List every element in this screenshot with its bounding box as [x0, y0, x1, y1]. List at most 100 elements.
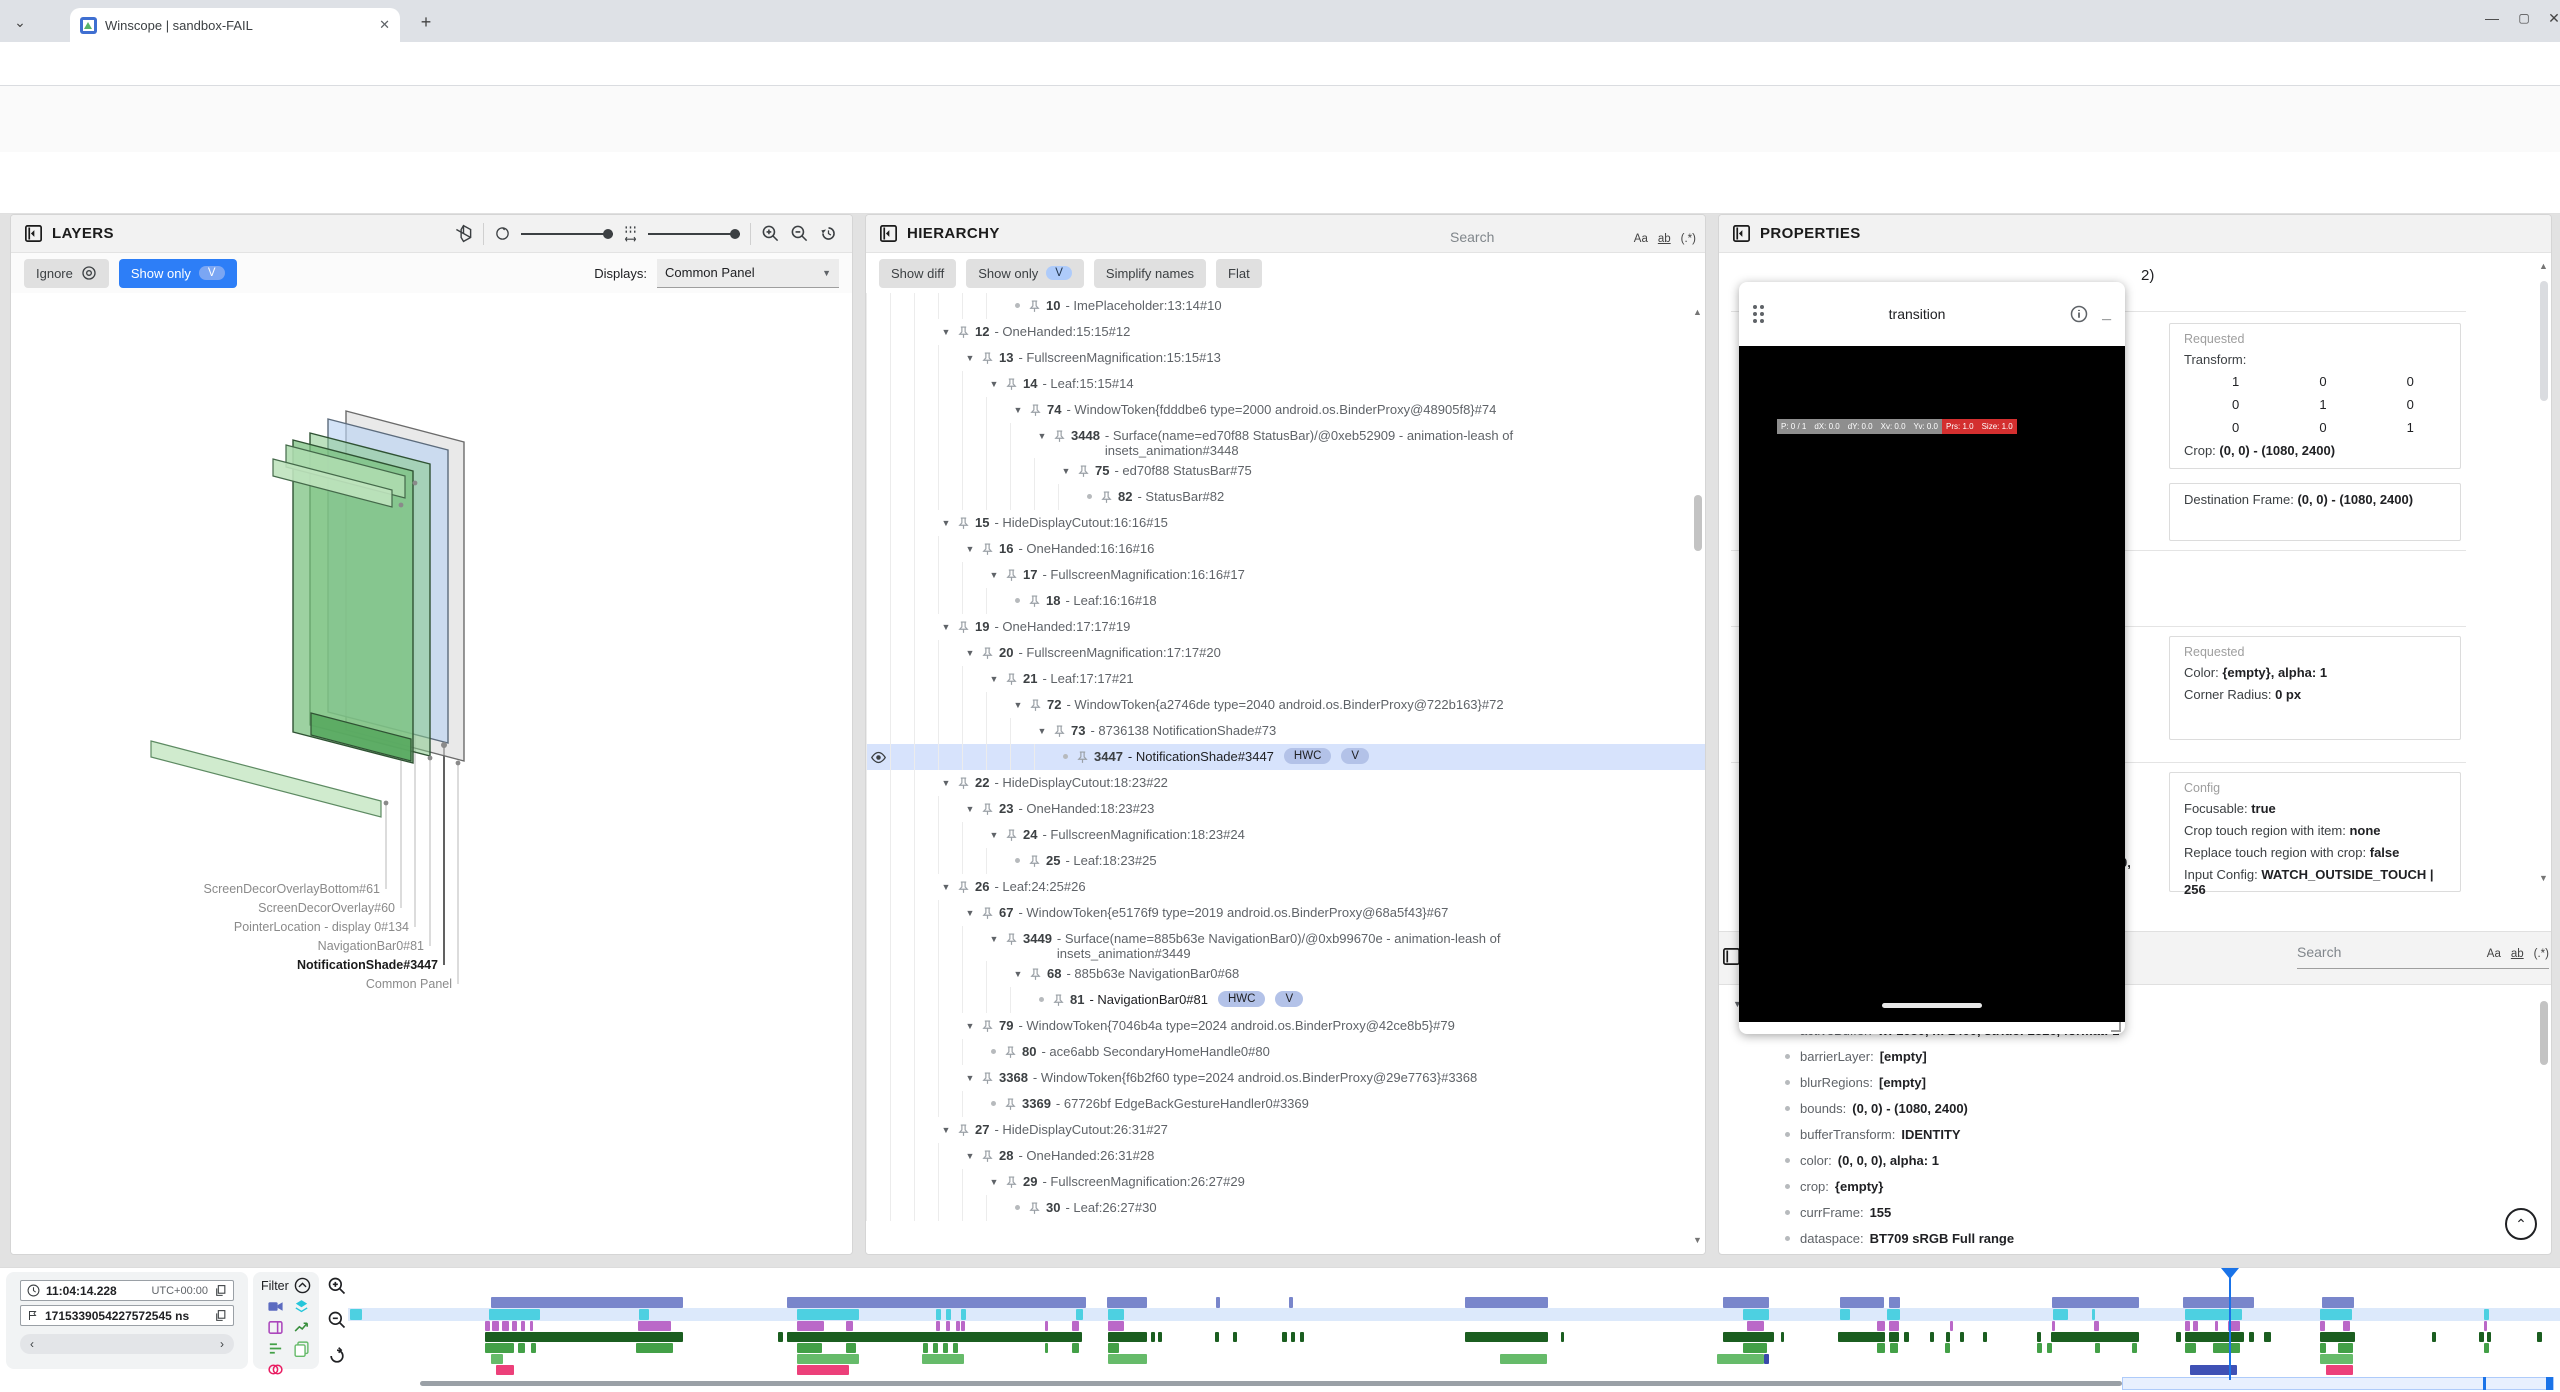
trace-block[interactable]	[2320, 1321, 2325, 1331]
trace-block[interactable]	[485, 1343, 514, 1353]
trace-block[interactable]	[2047, 1343, 2052, 1353]
expander-icon[interactable]: ▼	[962, 900, 978, 918]
hierarchy-row-3449[interactable]: ▼3449- Surface(name=885b63e NavigationBa…	[866, 926, 1705, 961]
trace-block[interactable]	[2037, 1332, 2041, 1342]
property-row-barrierLayer[interactable]: barrierLayer:[empty]	[1733, 1043, 2537, 1069]
trace-block[interactable]	[1717, 1354, 1764, 1364]
window-close-button[interactable]: ✕	[2540, 4, 2560, 32]
trace-block[interactable]	[1289, 1297, 1293, 1308]
layers-3d-canvas[interactable]: ScreenDecorOverlayBottom#61 ScreenDecorOv…	[11, 293, 852, 1254]
trace-block[interactable]	[961, 1321, 965, 1331]
trace-block[interactable]	[1107, 1297, 1147, 1308]
trace-block[interactable]	[1465, 1332, 1548, 1342]
show-only-v-button[interactable]: Show onlyV	[966, 259, 1084, 288]
trace-block[interactable]	[2484, 1343, 2489, 1353]
trace-block[interactable]	[787, 1332, 1082, 1342]
trace-block[interactable]	[1723, 1297, 1769, 1308]
trace-block[interactable]	[778, 1332, 783, 1342]
tab-close-icon[interactable]: ✕	[379, 17, 390, 33]
trace-block[interactable]	[2183, 1297, 2254, 1308]
timeline-scrollbar[interactable]	[420, 1381, 2122, 1386]
hierarchy-scrollbar-thumb[interactable]	[1694, 495, 1702, 551]
trace-block[interactable]	[936, 1309, 941, 1320]
trace-block[interactable]	[530, 1321, 533, 1331]
layer-label[interactable]: Common Panel	[155, 977, 452, 991]
trace-block[interactable]	[936, 1321, 940, 1331]
expander-icon[interactable]: ▼	[1034, 423, 1050, 441]
hierarchy-row-72[interactable]: ▼72- WindowToken{a2746de type=2040 andro…	[866, 692, 1705, 718]
trace-block[interactable]	[2264, 1332, 2271, 1342]
trace-block[interactable]	[492, 1321, 499, 1331]
trace-block[interactable]	[638, 1321, 671, 1331]
screenshot-overlay-window[interactable]: transition _ P: 0 / 1dX: 0.0dY: 0.0Xv: 0…	[1739, 282, 2125, 1034]
hierarchy-row-18[interactable]: 18- Leaf:16:16#18	[866, 588, 1705, 614]
regex-icon[interactable]: (.*)	[2534, 948, 2549, 960]
collapse-up-button[interactable]: ⌃	[2505, 1208, 2537, 1240]
hierarchy-row-3448[interactable]: ▼3448- Surface(name=ed70f88 StatusBar)/@…	[866, 423, 1705, 458]
trace-block[interactable]	[1108, 1321, 1124, 1331]
trace-block[interactable]	[2479, 1332, 2484, 1342]
property-row-crop[interactable]: crop:{empty}	[1733, 1173, 2537, 1199]
trace-block[interactable]	[2215, 1321, 2218, 1331]
trace-block[interactable]	[512, 1321, 517, 1331]
window-minimize-button[interactable]: —	[2478, 4, 2506, 32]
hierarchy-row-15[interactable]: ▼15- HideDisplayCutout:16:16#15	[866, 510, 1705, 536]
trace-block[interactable]	[2484, 1321, 2487, 1331]
range-end-handle[interactable]	[2546, 1377, 2553, 1390]
trace-block[interactable]	[2185, 1332, 2244, 1342]
info-icon[interactable]	[2070, 305, 2088, 323]
collapse-panel-icon[interactable]	[25, 225, 42, 242]
trace-block[interactable]	[2484, 1309, 2489, 1320]
hierarchy-row-23[interactable]: ▼23- OneHanded:18:23#23	[866, 796, 1705, 822]
expander-icon[interactable]: ▼	[938, 614, 954, 632]
timeline-zoom-range[interactable]	[2122, 1377, 2554, 1390]
property-row-color[interactable]: color:(0, 0, 0), alpha: 1	[1733, 1147, 2537, 1173]
expander-icon[interactable]: ▼	[962, 1013, 978, 1031]
tab-search-chevron-icon[interactable]: ⌄	[6, 8, 34, 36]
property-row-dataspace[interactable]: dataspace:BT709 sRGB Full range	[1733, 1225, 2537, 1251]
trace-block[interactable]	[1108, 1354, 1147, 1364]
expander-icon[interactable]: ▼	[1010, 961, 1026, 979]
new-tab-button[interactable]: +	[412, 8, 440, 36]
layer-label[interactable]: NotificationShade#3447	[141, 958, 438, 972]
trace-block[interactable]	[1887, 1309, 1900, 1320]
trace-block[interactable]	[953, 1343, 958, 1353]
expander-icon[interactable]: ▼	[938, 510, 954, 528]
trace-block[interactable]	[491, 1354, 503, 1364]
trace-block[interactable]	[1158, 1332, 1162, 1342]
trace-block[interactable]	[2053, 1309, 2068, 1320]
trace-block[interactable]	[2095, 1343, 2100, 1353]
zoom-out-icon[interactable]	[790, 224, 809, 243]
trace-block[interactable]	[2320, 1343, 2326, 1353]
trace-block[interactable]	[1233, 1332, 1237, 1342]
trace-block[interactable]	[1723, 1332, 1774, 1342]
trace-block[interactable]	[1282, 1332, 1287, 1342]
hierarchy-row-67[interactable]: ▼67- WindowToken{e5176f9 type=2019 andro…	[866, 900, 1705, 926]
hierarchy-row-25[interactable]: 25- Leaf:18:23#25	[866, 848, 1705, 874]
trace-block[interactable]	[2132, 1343, 2137, 1353]
minimize-overlay-icon[interactable]: _	[2102, 305, 2111, 323]
trace-block[interactable]	[1764, 1354, 1769, 1364]
trace-block[interactable]	[1108, 1343, 1119, 1353]
trace-block[interactable]	[1950, 1321, 1953, 1331]
hierarchy-search-input[interactable]: Search Aa ab (.*)	[1450, 229, 1696, 254]
trace-block[interactable]	[1045, 1343, 1048, 1353]
hierarchy-row-81[interactable]: 81- NavigationBar0#81HWCV	[866, 987, 1705, 1013]
trace-block[interactable]	[1840, 1297, 1884, 1308]
expander-icon[interactable]: ▼	[986, 666, 1002, 684]
hierarchy-row-14[interactable]: ▼14- Leaf:15:15#14	[866, 371, 1705, 397]
resize-handle[interactable]	[2111, 1022, 2121, 1032]
trace-block[interactable]	[2537, 1332, 2542, 1342]
hierarchy-row-3369[interactable]: 3369- 67726bf EdgeBackGestureHandler0#33…	[866, 1091, 1705, 1117]
trace-block[interactable]	[1072, 1321, 1079, 1331]
trace-block[interactable]	[2320, 1354, 2353, 1364]
trace-block[interactable]	[1561, 1332, 1564, 1342]
layer-label[interactable]: ScreenDecorOverlayBottom#61	[83, 882, 380, 896]
layer-label[interactable]: ScreenDecorOverlay#60	[98, 901, 395, 915]
trace-block[interactable]	[923, 1343, 928, 1353]
trace-block[interactable]	[496, 1365, 514, 1375]
layer-label[interactable]: NavigationBar0#81	[127, 939, 424, 953]
whole-word-icon[interactable]: ab	[2511, 948, 2524, 960]
match-case-icon[interactable]: Aa	[1634, 233, 1648, 245]
expander-icon[interactable]: ▼	[986, 562, 1002, 580]
